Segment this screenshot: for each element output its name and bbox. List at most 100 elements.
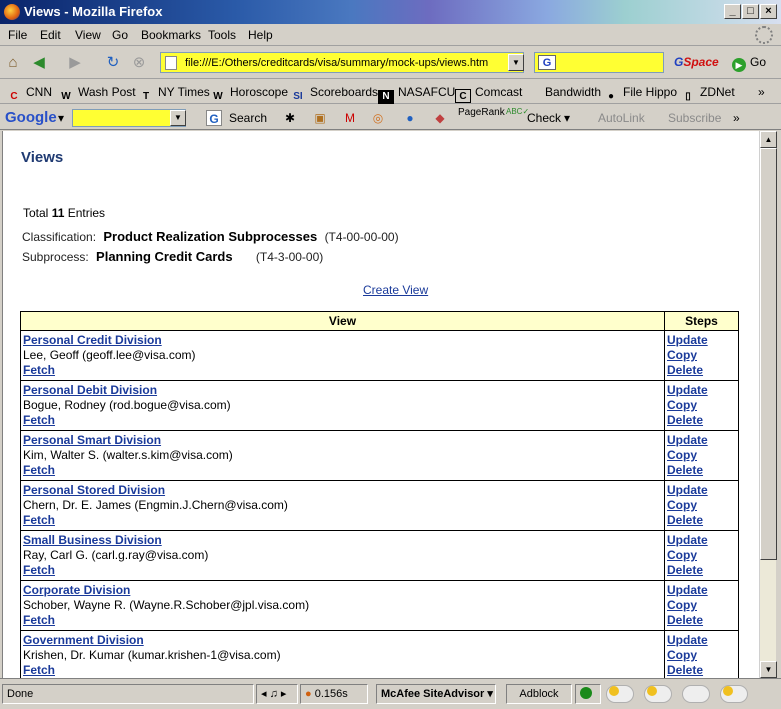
delete-link[interactable]: Delete [667, 613, 736, 628]
bookmark-comcast[interactable]: C Comcast [455, 85, 522, 103]
copy-link[interactable]: Copy [667, 348, 736, 363]
window-titlebar[interactable]: Views - Mozilla Firefox _ □ × [0, 0, 781, 24]
bookmark-nytimes[interactable]: T NY Times [138, 85, 210, 104]
fetch-link[interactable]: Fetch [23, 413, 55, 427]
fetch-link[interactable]: Fetch [23, 563, 55, 577]
update-link[interactable]: Update [667, 533, 736, 548]
news-icon[interactable]: ▣ [312, 110, 328, 126]
google-menu-chevron-down-icon[interactable]: ▾ [58, 111, 64, 125]
weather-cloud-icon[interactable] [682, 685, 710, 703]
maximize-button[interactable]: □ [742, 4, 759, 19]
bookmark-filehippo[interactable]: ● File Hippo [603, 85, 677, 104]
weather-sun-icon[interactable] [606, 685, 634, 703]
bookmarks-overflow-chevron-icon[interactable]: » [758, 85, 765, 99]
copy-link[interactable]: Copy [667, 548, 736, 563]
copy-link[interactable]: Copy [667, 598, 736, 613]
autolink-button[interactable]: AutoLink [598, 111, 645, 125]
copy-link[interactable]: Copy [667, 648, 736, 663]
division-link[interactable]: Corporate Division [23, 583, 130, 597]
fetch-link[interactable]: Fetch [23, 463, 55, 477]
google-search-dropdown[interactable]: ▼ [170, 110, 186, 126]
bookmark-bandwidth[interactable]: Bandwidth [545, 85, 601, 99]
media-controls[interactable]: ◂ ♫ ▸ [256, 684, 298, 704]
weather-cloud-icon[interactable] [644, 685, 672, 703]
page-icon: ▯ [685, 91, 691, 102]
fetch-link[interactable]: Fetch [23, 363, 55, 377]
fetch-link[interactable]: Fetch [23, 513, 55, 527]
bookmark-zdnet[interactable]: ▯ ZDNet [680, 85, 734, 104]
check-dropdown-chevron-down-icon[interactable]: ▾ [564, 111, 570, 125]
division-link[interactable]: Personal Smart Division [23, 433, 161, 447]
url-dropdown-button[interactable]: ▼ [508, 54, 524, 71]
url-input[interactable] [183, 54, 503, 71]
spiral-icon[interactable]: ◎ [370, 110, 386, 126]
copy-link[interactable]: Copy [667, 498, 736, 513]
check-button[interactable]: Check [527, 111, 561, 125]
google-search-input[interactable] [72, 109, 186, 127]
siteadvisor-button[interactable]: McAfee SiteAdvisor ▾ [376, 684, 496, 704]
google-g-icon[interactable]: G [538, 55, 556, 70]
weather-partly-cloudy-icon[interactable] [720, 685, 748, 703]
google-toolbar-overflow-chevron-icon[interactable]: » [733, 111, 740, 125]
update-link[interactable]: Update [667, 583, 736, 598]
forward-icon[interactable]: ▶ [66, 54, 84, 72]
scroll-thumb[interactable] [760, 148, 777, 560]
page-content: Views Total 11 Entries Classification: P… [2, 131, 759, 678]
fetch-link[interactable]: Fetch [23, 613, 55, 627]
update-link[interactable]: Update [667, 383, 736, 398]
gspace-button[interactable]: GSpace [674, 55, 719, 69]
division-link[interactable]: Personal Stored Division [23, 483, 165, 497]
copy-link[interactable]: Copy [667, 398, 736, 413]
bookmark-scoreboards[interactable]: SI Scoreboards [290, 85, 378, 104]
create-view-link[interactable]: Create View [363, 283, 428, 297]
scroll-down-button[interactable]: ▼ [760, 661, 777, 678]
menu-bookmarks[interactable]: Bookmarks [141, 28, 201, 42]
update-link[interactable]: Update [667, 433, 736, 448]
vertical-scrollbar[interactable]: ▲ ▼ [759, 131, 777, 678]
division-link[interactable]: Personal Debit Division [23, 383, 157, 397]
menu-help[interactable]: Help [248, 28, 273, 42]
menu-tools[interactable]: Tools [208, 28, 236, 42]
google-search-button[interactable]: Search [229, 111, 267, 125]
delete-link[interactable]: Delete [667, 463, 736, 478]
menu-go[interactable]: Go [112, 28, 128, 42]
search-box[interactable]: G [534, 52, 664, 73]
delete-link[interactable]: Delete [667, 413, 736, 428]
menu-file[interactable]: File [8, 28, 27, 42]
bookmark-cnn[interactable]: C CNN [6, 85, 52, 104]
home-icon[interactable]: ⌂ [4, 54, 22, 72]
close-button[interactable]: × [760, 4, 777, 19]
adblock-button[interactable]: Adblock [506, 684, 572, 704]
stop-icon[interactable]: ⊗ [130, 54, 148, 72]
back-icon[interactable]: ◀ [30, 54, 48, 72]
site-search-icon[interactable]: ✱ [282, 110, 298, 126]
menu-view[interactable]: View [75, 28, 101, 42]
delete-link[interactable]: Delete [667, 513, 736, 528]
reload-icon[interactable]: ↻ [104, 54, 122, 72]
division-link[interactable]: Government Division [23, 633, 144, 647]
minimize-button[interactable]: _ [724, 4, 741, 19]
delete-link[interactable]: Delete [667, 563, 736, 578]
bookmark-horoscope[interactable]: W Horoscope [210, 85, 288, 104]
scroll-up-button[interactable]: ▲ [760, 131, 777, 148]
delete-link[interactable]: Delete [667, 663, 736, 678]
bookmark-washpost[interactable]: W Wash Post [58, 85, 135, 104]
address-bar[interactable] [160, 52, 524, 73]
update-link[interactable]: Update [667, 633, 736, 648]
globe-icon[interactable]: ● [402, 110, 418, 126]
delete-link[interactable]: Delete [667, 363, 736, 378]
google-logo[interactable]: Google [5, 109, 57, 126]
fetch-link[interactable]: Fetch [23, 663, 55, 677]
division-link[interactable]: Small Business Division [23, 533, 162, 547]
subscribe-button[interactable]: Subscribe [668, 111, 721, 125]
update-link[interactable]: Update [667, 333, 736, 348]
copy-link[interactable]: Copy [667, 448, 736, 463]
update-link[interactable]: Update [667, 483, 736, 498]
go-button[interactable]: ▶ Go [732, 55, 766, 72]
blogger-icon[interactable]: ◆ [432, 110, 448, 126]
gmail-icon[interactable]: M [342, 110, 358, 126]
bookmark-nasafcu[interactable]: N NASAFCU [378, 85, 455, 104]
green-status-icon[interactable] [575, 684, 601, 704]
division-link[interactable]: Personal Credit Division [23, 333, 162, 347]
menu-edit[interactable]: Edit [40, 28, 61, 42]
